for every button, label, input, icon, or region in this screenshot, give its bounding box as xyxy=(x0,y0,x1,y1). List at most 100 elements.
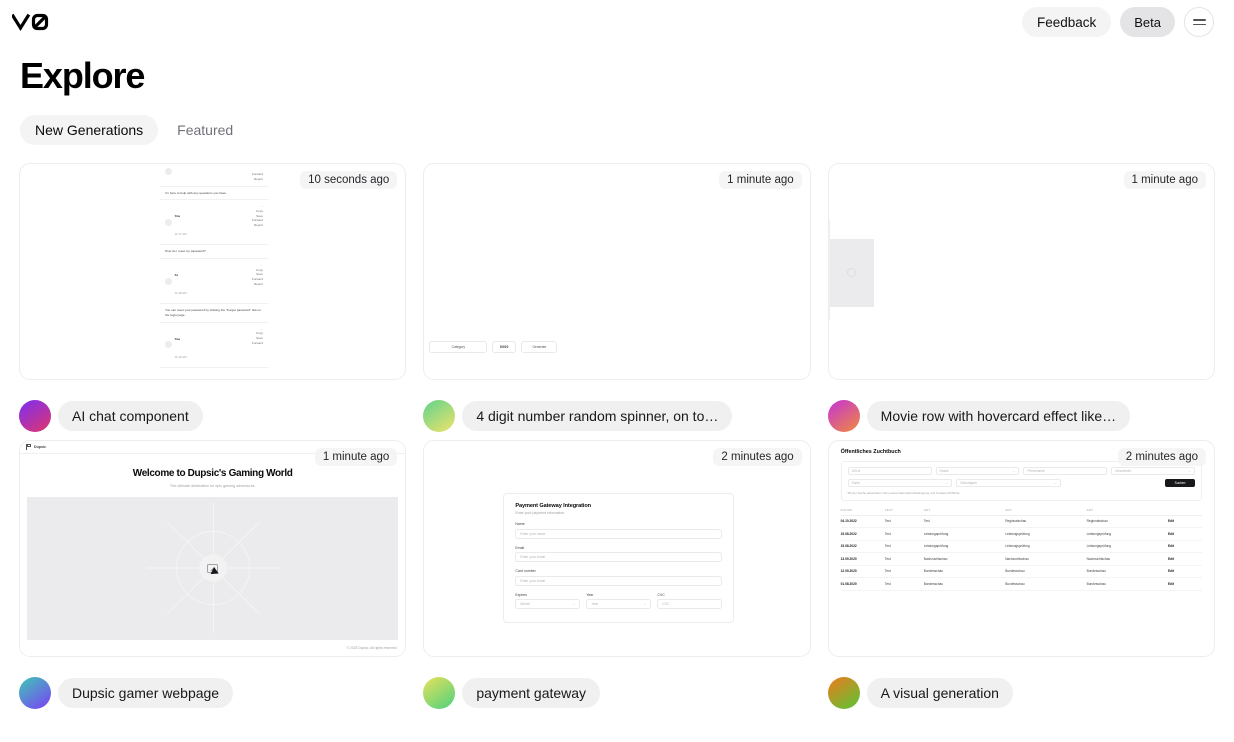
tab-featured[interactable]: Featured xyxy=(162,115,248,145)
card-title[interactable]: Movie row with hovercard effect like… xyxy=(866,400,1131,431)
card-title[interactable]: AI chat component xyxy=(58,400,203,431)
movie-poster-placeholder[interactable] xyxy=(829,238,874,307)
spinner-controls: Category 0000 Generate xyxy=(429,340,558,353)
tab-bar: New Generations Featured xyxy=(20,114,1234,145)
rasse-select[interactable]: Rasse ⌄ xyxy=(935,466,1020,476)
table-row[interactable]: 04.10.2022 Test Test Regionalschau Regio… xyxy=(840,516,1202,529)
feedback-button[interactable]: Feedback xyxy=(1021,7,1112,37)
card-title[interactable]: A visual generation xyxy=(866,677,1013,708)
cell-art-2: Leistungsprüfung xyxy=(1005,544,1030,549)
card-title[interactable]: 4 digit number random spinner, on to… xyxy=(462,400,733,431)
chat-avatar xyxy=(165,277,172,285)
card-preview-payment: Payment Gateway Integration Enter your p… xyxy=(424,441,809,656)
cell-datum: 04.10.2022 xyxy=(840,519,857,524)
cell-text: Test xyxy=(884,556,891,561)
cell-art-1: Leistungsprüfung xyxy=(923,531,949,536)
chat-action-forward[interactable]: Forward xyxy=(252,277,263,282)
card-number-field[interactable]: Enter your email xyxy=(515,575,723,586)
cell-art-3: Leistungsprüfung xyxy=(1086,544,1112,549)
chat-author: You xyxy=(174,336,181,341)
edit-link[interactable]: Edit xyxy=(1168,544,1202,548)
dupsic-footer: © 2023 Dupsic. All rights reserved. xyxy=(20,640,405,656)
column-datum: DATUM xyxy=(840,507,852,512)
card-title[interactable]: Dupsic gamer webpage xyxy=(58,677,234,708)
v0-logo[interactable] xyxy=(12,11,54,33)
table-row[interactable]: 13.09.2020 Test Nachzuchtschau Nachzucht… xyxy=(840,553,1202,566)
chat-action-report[interactable]: Report xyxy=(252,223,263,228)
cell-text: Test xyxy=(884,519,891,524)
cell-art-3: Bundesschau xyxy=(1086,569,1106,574)
category-select[interactable]: Category xyxy=(429,340,488,353)
grid-cell: 1 minute ago Movie row with hovercard ef… xyxy=(827,162,1215,440)
card-timestamp: 1 minute ago xyxy=(719,170,802,189)
chat-author: You xyxy=(174,214,181,219)
suchen-button[interactable]: Suchen xyxy=(1165,478,1196,488)
card-title[interactable]: payment gateway xyxy=(462,677,601,708)
results-table: DATUM TEXT ART ART ART 04.10.2022 Test T… xyxy=(840,507,1202,591)
chat-timestamp: 11:49 AM xyxy=(174,354,187,359)
chat-action-forward[interactable]: Forward xyxy=(252,341,263,346)
dupsic-brand: Dupsic xyxy=(34,444,46,449)
edit-link[interactable]: Edit xyxy=(1168,532,1202,536)
pferdename-field[interactable]: Pferdename xyxy=(1023,466,1108,476)
cell-art-3: Bundesschau xyxy=(1086,581,1106,586)
table-row[interactable]: 15.08.2022 Test Leistungsprüfung Leistun… xyxy=(840,528,1202,541)
name-label: Name xyxy=(515,522,525,527)
generate-button[interactable]: Generate xyxy=(521,340,558,353)
generation-card[interactable]: 1 minute ago Category 0000 Generate xyxy=(423,162,811,380)
avatar xyxy=(19,399,51,432)
chat-meta-row: You 11:47 AM ··· Copy Save Forward Repor… xyxy=(160,200,268,246)
grid-cell: 10 seconds ago ··· Forward Report I'm he… xyxy=(19,162,407,440)
avatar xyxy=(423,399,456,432)
generation-card[interactable]: 1 minute ago Dupsic Welcome to Dupsic's … xyxy=(19,439,407,657)
chat-action-report[interactable]: Report xyxy=(252,282,263,287)
payment-heading: Payment Gateway Integration xyxy=(515,502,591,509)
expires-year-select[interactable]: Year ⌄ xyxy=(586,599,652,610)
chat-action-report[interactable]: Report xyxy=(252,177,263,182)
cvc-field[interactable]: CVC xyxy=(657,599,723,610)
farbe-value: Farbe xyxy=(851,480,860,485)
cell-art-3: Nachzuchtschau xyxy=(1086,556,1111,561)
expires-month-select[interactable]: Month ⌄ xyxy=(515,599,581,610)
cell-art-1: Test xyxy=(923,519,930,524)
table-row[interactable]: 12.09.2020 Test Bundesschau Bundesschau … xyxy=(840,566,1202,579)
generation-card[interactable]: 2 minutes ago Öffentliches Zuchtbuch UEL… xyxy=(827,439,1215,657)
cell-text: Test xyxy=(884,531,891,536)
cell-datum: 01.08.2020 xyxy=(840,581,857,586)
cell-art-2: Bundesschau xyxy=(1005,569,1025,574)
expires-label: Expires xyxy=(515,592,527,597)
edit-link[interactable]: Edit xyxy=(1168,557,1202,561)
ueln-field[interactable]: UELN xyxy=(847,466,932,476)
search-row-1: UELN Rasse ⌄ Pferdename Geschlecht ⌄ xyxy=(847,466,1196,476)
chat-timestamp: 11:47 AM xyxy=(174,232,187,237)
hamburger-menu-button[interactable] xyxy=(1184,7,1214,37)
cell-text: Test xyxy=(884,569,891,574)
email-field[interactable]: Enter your email xyxy=(515,552,723,563)
tab-new-generations[interactable]: New Generations xyxy=(20,114,159,145)
edit-link[interactable]: Edit xyxy=(1168,582,1202,586)
edit-link[interactable]: Edit xyxy=(1168,519,1202,523)
card-preview-dupsic: Dupsic Welcome to Dupsic's Gaming World … xyxy=(20,440,406,656)
generation-card[interactable]: 1 minute ago xyxy=(827,162,1215,380)
generation-card[interactable]: 10 seconds ago ··· Forward Report I'm he… xyxy=(19,162,407,380)
table-row[interactable]: 15.08.2022 Test Leistungsprüfung Leistun… xyxy=(840,541,1202,554)
column-art-3: ART xyxy=(1086,507,1094,512)
generation-card[interactable]: 2 minutes ago Payment Gateway Integratio… xyxy=(423,439,811,657)
name-field[interactable]: Enter your name xyxy=(515,528,723,539)
chat-author: AI xyxy=(174,273,178,278)
beta-badge-button[interactable]: Beta xyxy=(1120,7,1175,37)
geburtsjahr-select[interactable]: Geburtsjahr ⌄ xyxy=(956,478,1061,488)
card-footer: AI chat component xyxy=(19,380,406,440)
geburtsjahr-value: Geburtsjahr xyxy=(960,480,977,485)
card-timestamp: 2 minutes ago xyxy=(713,447,802,466)
table-header: DATUM TEXT ART ART ART xyxy=(840,507,1202,516)
farbe-select[interactable]: Farbe ⌄ xyxy=(847,478,953,488)
cell-text: Test xyxy=(884,581,891,586)
card-preview-ai-chat: ··· Forward Report I'm here to help with… xyxy=(20,163,405,379)
table-row[interactable]: 01.08.2020 Test Bundesschau Bundesschau … xyxy=(840,578,1202,591)
dupsic-subheading: The ultimate destination for epic gaming… xyxy=(169,483,256,488)
geschlecht-select[interactable]: Geschlecht ⌄ xyxy=(1111,466,1196,476)
edit-link[interactable]: Edit xyxy=(1168,569,1202,573)
top-bar-actions: Feedback Beta xyxy=(1021,7,1214,37)
